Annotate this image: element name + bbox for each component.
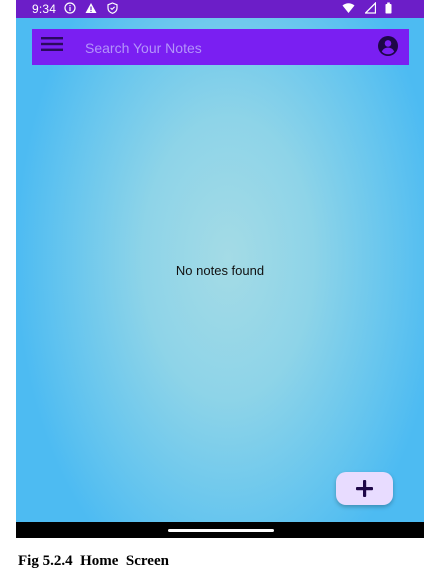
status-bar: 9:34 [16,0,424,18]
status-icons-right [342,2,398,16]
account-icon[interactable] [378,36,398,56]
status-time: 9:34 [32,2,57,16]
figure-caption: Fig 5.2.4 Home Screen [18,553,169,569]
add-note-button[interactable] [336,472,393,505]
status-icons-left [64,2,124,16]
home-gesture-handle[interactable] [168,529,274,532]
phone-screen: 9:34 Search Your Notes No notes found [16,0,424,538]
menu-icon[interactable] [41,37,63,51]
search-bar [32,29,409,65]
cellular-signal-icon [364,2,376,14]
search-input[interactable] [85,38,365,58]
navigation-bar [16,522,424,538]
page: 9:34 Search Your Notes No notes found Fi… [0,0,428,574]
shield-icon [107,2,118,14]
warning-triangle-icon [85,3,97,13]
empty-state-message: No notes found [175,263,265,278]
plus-icon [356,480,373,497]
battery-icon [385,2,392,14]
wifi-icon [342,3,355,13]
info-circle-icon [64,2,76,14]
